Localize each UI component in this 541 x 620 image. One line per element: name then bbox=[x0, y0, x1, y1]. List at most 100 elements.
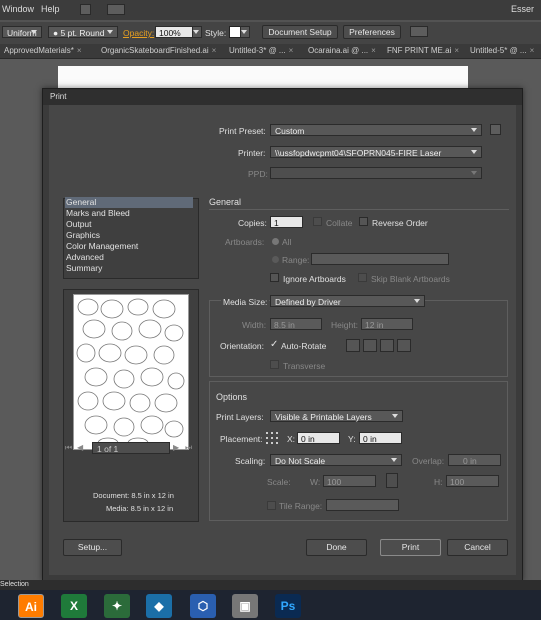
tab-ocaraina[interactable]: Ocaraina.ai @ ... × bbox=[308, 46, 376, 55]
tab-untitled-3[interactable]: Untitled-3* @ ... × bbox=[229, 46, 293, 55]
workspace-label[interactable]: Esser bbox=[511, 4, 534, 14]
overlap-input[interactable]: 0 in bbox=[448, 454, 501, 466]
auto-rotate-checkmark-icon[interactable]: ✓ bbox=[270, 339, 278, 350]
section-output[interactable]: Output bbox=[65, 219, 193, 230]
constrain-proportions-icon[interactable] bbox=[386, 473, 398, 488]
copies-label: Copies: bbox=[238, 218, 267, 228]
section-summary[interactable]: Summary bbox=[65, 263, 193, 274]
illustrator-icon[interactable]: Ai bbox=[18, 594, 44, 618]
section-general[interactable]: General bbox=[65, 197, 193, 208]
arrange-documents-icon[interactable] bbox=[107, 4, 125, 15]
width-input[interactable]: 8.5 in bbox=[270, 318, 322, 330]
reverse-order-label: Reverse Order bbox=[372, 218, 428, 228]
style-label: Style: bbox=[205, 28, 227, 38]
tab-organic-skateboard[interactable]: OrganicSkateboardFinished.ai × bbox=[101, 46, 216, 55]
style-dropdown[interactable] bbox=[240, 26, 250, 38]
collate-label: Collate bbox=[326, 218, 353, 228]
height-label: Height: bbox=[331, 320, 358, 330]
scaling-select[interactable]: Do Not Scale bbox=[270, 454, 402, 466]
tile-range-input[interactable] bbox=[326, 499, 399, 511]
ppd-select[interactable] bbox=[270, 167, 482, 179]
cancel-button[interactable]: Cancel bbox=[447, 539, 508, 556]
media-size-label: Media Size: bbox=[221, 297, 270, 307]
print-preset-label: Print Preset: bbox=[219, 126, 266, 136]
portrait-icon[interactable] bbox=[346, 339, 360, 352]
copies-input[interactable]: 1 bbox=[270, 216, 303, 228]
scaling-label: Scaling: bbox=[235, 456, 266, 466]
print-layers-select[interactable]: Visible & Printable Layers bbox=[270, 410, 403, 422]
tile-range-label: Tile Range: bbox=[279, 501, 323, 511]
preferences-button[interactable]: Preferences bbox=[343, 25, 401, 39]
setup-button[interactable]: Setup... bbox=[63, 539, 122, 556]
page-counter-field[interactable]: 1 of 1 bbox=[92, 442, 170, 454]
flipped-portrait-icon[interactable] bbox=[380, 339, 394, 352]
auto-rotate-label: Auto-Rotate bbox=[281, 341, 327, 351]
scale-label: Scale: bbox=[267, 477, 291, 487]
menu-help[interactable]: Help bbox=[41, 4, 60, 14]
app-icon-6[interactable]: ▣ bbox=[232, 594, 258, 618]
media-size-select[interactable]: Defined by Driver bbox=[270, 295, 425, 307]
flipped-landscape-icon[interactable] bbox=[397, 339, 411, 352]
next-page-icon[interactable]: ▶ bbox=[173, 443, 181, 453]
first-page-icon[interactable]: ⏮ bbox=[65, 443, 73, 453]
section-graphics[interactable]: Graphics bbox=[65, 230, 193, 241]
range-radio[interactable] bbox=[272, 256, 279, 263]
arrange-icon[interactable] bbox=[410, 26, 428, 37]
scale-h-input[interactable]: 100 bbox=[446, 475, 499, 487]
section-color-management[interactable]: Color Management bbox=[65, 241, 193, 252]
opacity-dropdown[interactable] bbox=[192, 26, 202, 38]
last-page-icon[interactable]: ⏭ bbox=[185, 443, 193, 453]
menu-window[interactable]: Window bbox=[2, 4, 34, 14]
opacity-label[interactable]: Opacity: bbox=[123, 28, 154, 38]
placement-grid-icon[interactable] bbox=[266, 432, 278, 444]
y-input[interactable]: 0 in bbox=[359, 432, 402, 444]
preview-page[interactable] bbox=[73, 294, 189, 450]
tab-approved-materials[interactable]: ApprovedMaterials* × bbox=[4, 46, 81, 55]
bridge-icon[interactable] bbox=[80, 4, 91, 15]
tab-untitled-5[interactable]: Untitled-5* @ ... × bbox=[470, 46, 534, 55]
transverse-checkbox[interactable] bbox=[270, 360, 279, 369]
skip-blank-label: Skip Blank Artboards bbox=[371, 274, 450, 284]
document-size: Document: 8.5 in x 12 in bbox=[93, 491, 174, 500]
skip-blank-checkbox[interactable] bbox=[358, 273, 367, 282]
save-preset-icon[interactable] bbox=[490, 124, 501, 135]
document-setup-button[interactable]: Document Setup bbox=[262, 25, 338, 39]
done-button[interactable]: Done bbox=[306, 539, 367, 556]
section-marks-and-bleed[interactable]: Marks and Bleed bbox=[65, 208, 193, 219]
landscape-icon[interactable] bbox=[363, 339, 377, 352]
app-icon-4[interactable]: ◆ bbox=[146, 594, 172, 618]
app-icon-5[interactable]: ⬡ bbox=[190, 594, 216, 618]
section-advanced[interactable]: Advanced bbox=[65, 252, 193, 263]
artboards-label: Artboards: bbox=[225, 237, 265, 247]
range-input[interactable] bbox=[311, 253, 449, 265]
reverse-order-checkbox[interactable] bbox=[359, 217, 368, 226]
app-icon-3[interactable]: ✦ bbox=[104, 594, 130, 618]
dialog-titlebar: Print bbox=[43, 89, 522, 105]
ignore-artboards-checkbox[interactable] bbox=[270, 273, 279, 282]
tab-fnf-print-me[interactable]: FNF PRINT ME.ai × bbox=[387, 46, 459, 55]
scale-w-input[interactable]: 100 bbox=[323, 475, 376, 487]
prev-page-icon[interactable]: ◀ bbox=[77, 443, 85, 453]
all-radio[interactable] bbox=[272, 238, 279, 245]
dialog-title: Print bbox=[50, 92, 67, 101]
all-label: All bbox=[282, 237, 292, 247]
photoshop-icon[interactable]: Ps bbox=[275, 594, 301, 618]
x-input[interactable]: 0 in bbox=[297, 432, 340, 444]
tile-range-checkbox[interactable] bbox=[267, 501, 276, 510]
stroke-profile-select[interactable]: Uniform bbox=[2, 26, 42, 38]
overlap-label: Overlap: bbox=[412, 456, 445, 466]
height-input[interactable]: 12 in bbox=[361, 318, 413, 330]
excel-icon[interactable]: X bbox=[61, 594, 87, 618]
opacity-input[interactable]: 100% bbox=[155, 26, 193, 38]
collate-checkbox[interactable] bbox=[313, 217, 322, 226]
general-divider bbox=[209, 209, 509, 210]
placement-label: Placement: bbox=[220, 434, 263, 444]
media-size-info: Media: 8.5 in x 12 in bbox=[106, 504, 174, 513]
print-button[interactable]: Print bbox=[380, 539, 441, 556]
brush-select[interactable]: ● 5 pt. Round bbox=[48, 26, 118, 38]
print-layers-label: Print Layers: bbox=[216, 412, 264, 422]
x-label: X: bbox=[287, 434, 296, 444]
orientation-label: Orientation: bbox=[220, 341, 264, 351]
printer-select[interactable]: \\ussfopdwcpmt04\SFOPRN045-FIRE Laser bbox=[270, 146, 482, 158]
print-preset-select[interactable]: Custom bbox=[270, 124, 482, 136]
